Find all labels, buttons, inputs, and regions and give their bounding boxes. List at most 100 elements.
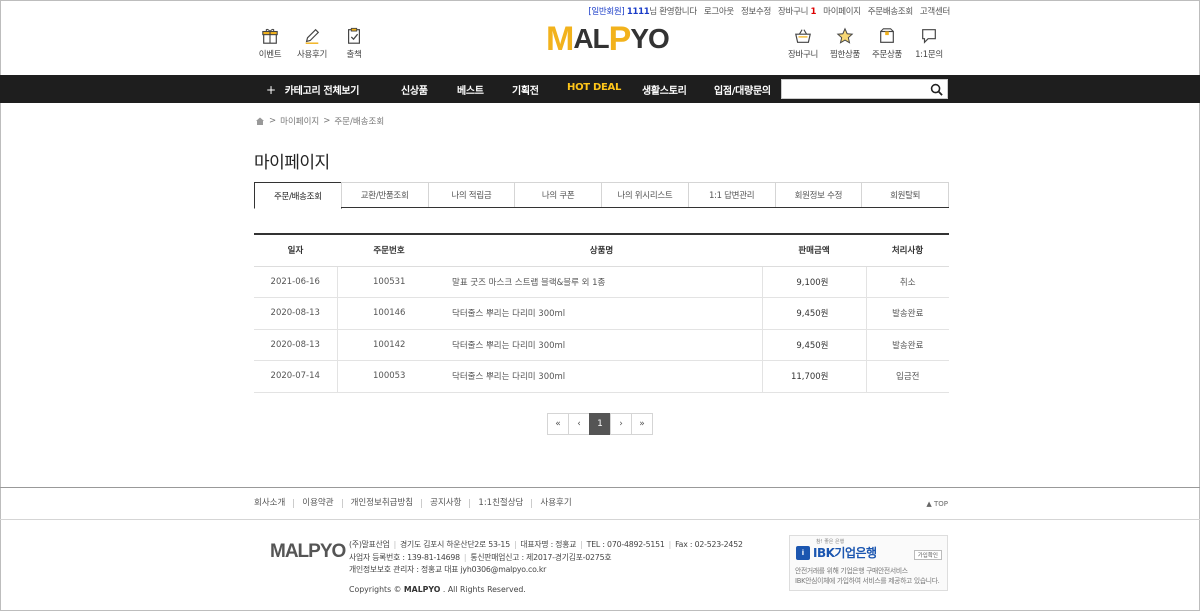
ibk-escrow-badge[interactable]: 참! 좋은 은행 i IBK기업은행 가입확인 안전거래를 위해 기업은행 구매…: [789, 535, 948, 591]
order-tracking-link[interactable]: 주문배송조회: [868, 5, 913, 17]
order-number[interactable]: 100531: [337, 266, 441, 298]
order-price: 9,450원: [762, 329, 867, 361]
footer-links: 회사소개 이용약관 개인정보취급방침 공지사항 1:1친절상담 사용후기: [254, 499, 580, 508]
order-product[interactable]: 닥터줄스 뿌리는 다리미 300ml: [441, 297, 763, 330]
pagination: « ‹ 1 › »: [547, 413, 653, 435]
col-price: 판매금액: [762, 234, 866, 267]
check-clipboard-icon: [348, 27, 360, 44]
cart-label: 장바구니: [787, 50, 819, 60]
ibk-verify-button[interactable]: 가입확인: [913, 550, 942, 560]
table-row[interactable]: 2021-06-16 100531 말표 굿즈 마스크 스트랩 블랙&블루 외 …: [254, 266, 949, 298]
site-logo[interactable]: M AL P YO: [546, 22, 670, 56]
review-button[interactable]: 사용후기: [296, 27, 328, 60]
star-icon: [836, 27, 854, 44]
order-number[interactable]: 100142: [337, 329, 441, 361]
event-label: 이벤트: [258, 50, 282, 60]
next-page-button[interactable]: ›: [610, 413, 632, 435]
last-page-button[interactable]: »: [631, 413, 653, 435]
attendance-button[interactable]: 출책: [340, 27, 368, 60]
order-table: 일자 주문번호 상품명 판매금액 처리사항 2021-06-16 100531 …: [254, 233, 949, 393]
nav-best[interactable]: 베스트: [457, 82, 484, 97]
ordered-items-label: 주문상품: [871, 50, 903, 60]
col-date: 일자: [254, 234, 337, 267]
order-number[interactable]: 100146: [337, 297, 441, 330]
mypage-tabs: 주문/배송조회 교환/반품조회 나의 적립금 나의 쿠폰 나의 위시리스트 1:…: [254, 182, 949, 209]
company-info: (주)말표산업 | 경기도 김포시 하운산단2로 53-15 | 대표자명 : 정홍교 |…: [349, 539, 743, 577]
tab-exchange-return[interactable]: 교환/반품조회: [340, 182, 429, 207]
footer-link-notice[interactable]: 공지사항: [421, 499, 469, 508]
plus-icon: +: [266, 83, 276, 97]
order-date: 2020-08-13: [254, 297, 338, 330]
table-row[interactable]: 2020-08-13 100142 닥터줄스 뿌리는 다리미 300ml 9,4…: [254, 329, 949, 361]
company-info-line3: 개인정보보호 관리자 : 정홍교 대표 jyh0306@malpyo.co.kr: [349, 565, 547, 574]
header-right-icons: 장바구니 찜한상품 주문상품 1:1문의: [784, 27, 948, 60]
footer-link-reviews[interactable]: 사용후기: [531, 499, 579, 508]
nav-life-story[interactable]: 생활스토리: [642, 82, 687, 97]
order-status: 취소: [866, 266, 949, 298]
breadcrumb-mypage[interactable]: 마이페이지: [280, 115, 319, 127]
table-row[interactable]: 2020-07-14 100053 닥터줄스 뿌리는 다리미 300ml 11,…: [254, 360, 949, 393]
pencil-icon: [305, 28, 320, 44]
gift-icon: [262, 28, 278, 44]
table-row[interactable]: 2020-08-13 100146 닥터줄스 뿌리는 다리미 300ml 9,4…: [254, 297, 949, 330]
review-label: 사용후기: [296, 50, 328, 60]
nav-new[interactable]: 신상품: [401, 82, 428, 97]
wishlist-button[interactable]: 찜한상품: [826, 27, 864, 60]
order-status: 입금전: [866, 360, 949, 393]
footer-link-privacy[interactable]: 개인정보취급방침: [341, 499, 422, 508]
scroll-top-button[interactable]: ▲ TOP: [926, 500, 948, 508]
order-date: 2021-06-16: [254, 266, 338, 298]
home-icon[interactable]: [255, 116, 265, 126]
footer-link-terms[interactable]: 이용약관: [293, 499, 341, 508]
welcome-text: [일반회원] 1111님 환영합니다: [588, 7, 697, 17]
search-input[interactable]: [782, 80, 922, 98]
tab-order-tracking[interactable]: 주문/배송조회: [254, 182, 342, 209]
basket-icon: [795, 29, 811, 43]
cart-button[interactable]: 장바구니: [784, 27, 822, 60]
utility-bar: [일반회원] 1111님 환영합니다 로그아웃 정보수정 장바구니 1 마이페이…: [588, 5, 950, 17]
company-info-line1: (주)말표산업 | 경기도 김포시 하운산단2로 53-15 | 대표자명 : 정홍교 |…: [349, 540, 743, 549]
col-order-no: 주문번호: [337, 234, 441, 267]
tab-points[interactable]: 나의 적립금: [427, 182, 516, 207]
tab-wishlist[interactable]: 나의 위시리스트: [601, 182, 689, 207]
main-nav: + 카테고리 전체보기 신상품 베스트 기획전 HOT DEAL 생활스토리 입점…: [0, 75, 1200, 103]
tab-withdraw[interactable]: 회원탈퇴: [861, 182, 949, 207]
order-product[interactable]: 말표 굿즈 마스크 스트랩 블랙&블루 외 1종: [441, 266, 763, 298]
footer-link-about[interactable]: 회사소개: [254, 499, 293, 508]
order-price: 9,450원: [762, 297, 867, 330]
current-page-button[interactable]: 1: [589, 413, 611, 435]
inquiry-button[interactable]: 1:1문의: [910, 27, 948, 60]
customer-center-link[interactable]: 고객센터: [920, 5, 950, 17]
cart-link[interactable]: 장바구니 1: [778, 5, 816, 17]
order-product[interactable]: 닥터줄스 뿌리는 다리미 300ml: [441, 360, 763, 393]
copyright: Copyrights © MALPYO . All Rights Reserve…: [349, 585, 526, 594]
cart-count: 1: [810, 7, 817, 17]
footer-link-consult[interactable]: 1:1친절상담: [469, 499, 531, 508]
chat-icon: [922, 29, 936, 44]
prev-page-button[interactable]: ‹: [568, 413, 590, 435]
breadcrumb-current: 주문/배송조회: [334, 117, 385, 127]
tab-coupons[interactable]: 나의 쿠폰: [514, 182, 602, 207]
caret-up-icon: ▲: [926, 500, 932, 508]
tab-inquiries[interactable]: 1:1 답변관리: [687, 182, 776, 207]
order-product[interactable]: 닥터줄스 뿌리는 다리미 300ml: [441, 329, 763, 361]
logout-link[interactable]: 로그아웃: [704, 5, 734, 17]
box-icon: [880, 28, 894, 43]
col-status: 처리사항: [866, 234, 949, 267]
all-categories-button[interactable]: + 카테고리 전체보기: [266, 82, 359, 97]
nav-exhibition[interactable]: 기획전: [512, 82, 539, 97]
order-date: 2020-07-14: [254, 360, 338, 393]
page-title: 마이페이지: [254, 153, 330, 173]
first-page-button[interactable]: «: [547, 413, 569, 435]
ordered-items-button[interactable]: 주문상품: [868, 27, 906, 60]
event-button[interactable]: 이벤트: [256, 27, 284, 60]
header-left-icons: 이벤트 사용후기 출책: [256, 27, 368, 60]
tab-edit-profile[interactable]: 회원정보 수정: [774, 182, 863, 207]
nav-wholesale[interactable]: 입점/대량문의: [714, 82, 771, 97]
nav-hot-deal[interactable]: HOT DEAL: [567, 82, 621, 93]
edit-info-link[interactable]: 정보수정: [741, 5, 771, 17]
mypage-link[interactable]: 마이페이지: [823, 5, 861, 17]
order-status: 발송완료: [866, 329, 949, 361]
search-icon[interactable]: [930, 83, 943, 96]
order-number[interactable]: 100053: [337, 360, 441, 393]
